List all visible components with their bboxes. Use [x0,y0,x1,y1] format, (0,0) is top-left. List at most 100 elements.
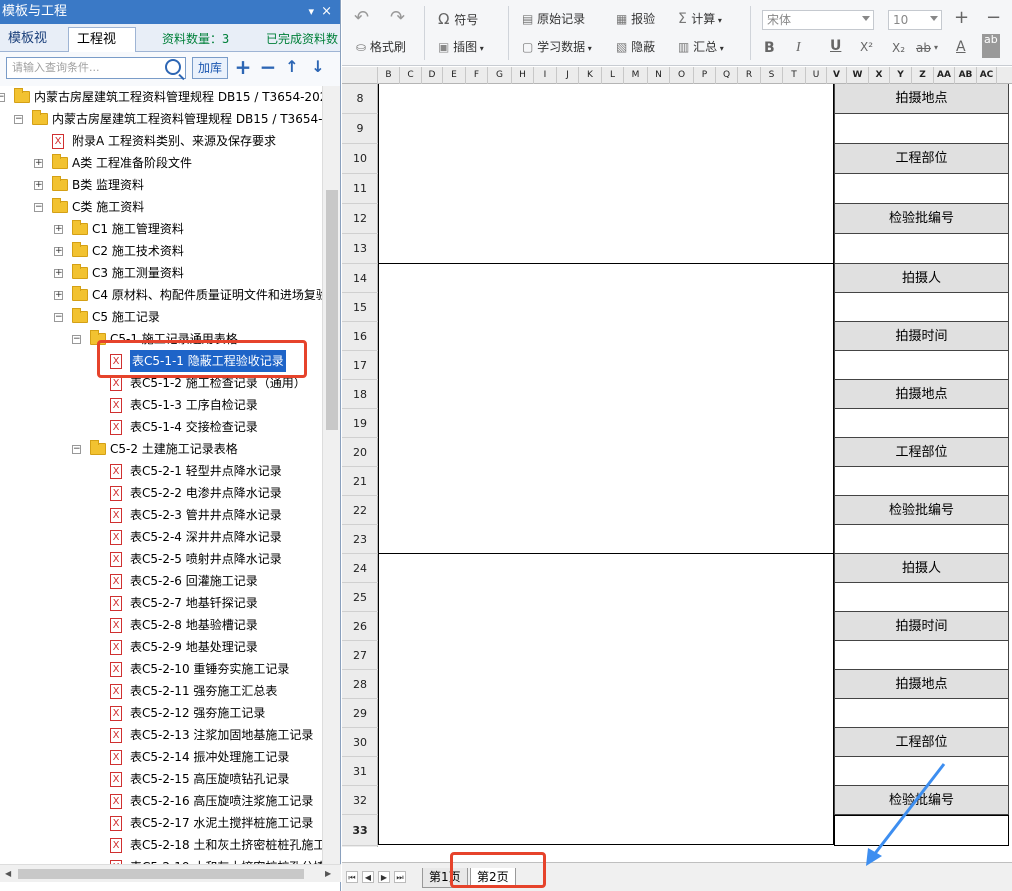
row-header-cell[interactable]: 17 [342,351,378,380]
tree-item-folder[interactable]: + C3 施工测量资料 [0,262,322,284]
collapse-icon[interactable]: − [14,115,23,124]
italic-icon[interactable]: I [796,38,801,58]
calculate-button[interactable]: Σ 计算 ▾ [678,9,722,29]
column-header-cell[interactable]: K [579,67,602,84]
summary-button[interactable]: ▥ 汇总 ▾ [678,37,724,57]
scroll-right-icon[interactable]: ▶ [325,869,331,878]
row-header-cell[interactable]: 22 [342,496,378,525]
column-header-cell[interactable]: V [827,67,847,84]
tree-item-file[interactable]: X 表C5-2-8 地基验槽记录 [0,614,322,636]
field-value-cell[interactable] [834,114,1009,144]
superscript-icon[interactable]: X² [860,37,873,57]
tree-item-file[interactable]: X 表C5-2-11 强夯施工汇总表 [0,680,322,702]
tree-item-folder[interactable]: + B类 监理资料 [0,174,322,196]
row-header-cell[interactable]: 24 [342,554,378,583]
tree-item-file[interactable]: X 表C5-2-15 高压旋喷钻孔记录 [0,768,322,790]
font-color-icon[interactable]: A [956,37,966,57]
tree-item-file[interactable]: X 表C5-2-17 水泥土搅拌桩施工记录 [0,812,322,834]
close-icon[interactable]: × [321,0,332,24]
column-header-cell[interactable]: D [422,67,443,84]
field-label-cell[interactable]: 拍摄人 [834,264,1009,293]
font-name-select[interactable]: 宋体 [762,10,874,30]
field-label-cell[interactable]: 拍摄地点 [834,380,1009,409]
tree-item-folder[interactable]: + A类 工程准备阶段文件 [0,152,322,174]
prev-sheet-icon[interactable]: ◀ [362,871,374,883]
subscript-icon[interactable]: X₂ [892,38,905,58]
tree-item-folder[interactable]: + C4 原材料、构配件质量证明文件和进场复验 [0,284,322,306]
column-header-cell[interactable]: Z [912,67,934,84]
field-label-cell[interactable]: 工程部位 [834,144,1009,174]
original-record-button[interactable]: ▤ 原始记录 [522,9,585,29]
tree-item-folder[interactable]: − 内蒙古房屋建筑工程资料管理规程 DB15 / T3654-2024 [0,86,322,108]
tree-item-file[interactable]: X 表C5-2-12 强夯施工记录 [0,702,322,724]
tree-item-file[interactable]: X 表C5-2-7 地基钎探记录 [0,592,322,614]
row-header-cell[interactable]: 20 [342,438,378,467]
row-header-cell[interactable]: 29 [342,699,378,728]
field-value-cell[interactable] [834,409,1009,438]
tree-item-folder[interactable]: − C5-2 土建施工记录表格 [0,438,322,460]
column-header-cell[interactable]: C [400,67,422,84]
tree-item-file[interactable]: X 表C5-2-14 振冲处理施工记录 [0,746,322,768]
column-header-cell[interactable]: Q [716,67,738,84]
photo-cell[interactable] [378,554,834,845]
field-value-cell[interactable] [834,234,1009,264]
tree-item-file[interactable]: X 表C5-1-3 工序自检记录 [0,394,322,416]
tree-item-folder[interactable]: − C类 施工资料 [0,196,322,218]
row-header-cell[interactable]: 28 [342,670,378,699]
font-size-select[interactable]: 10 [888,10,942,30]
row-header-cell[interactable]: 30 [342,728,378,757]
tree-item-file[interactable]: X表C5-2-19 土和灰土挤密桩桩孔分填 [0,856,322,864]
field-label-cell[interactable]: 拍摄地点 [834,670,1009,699]
add-library-button[interactable]: 加库 [192,57,228,79]
row-header-cell[interactable]: 12 [342,204,378,234]
column-header-cell[interactable]: AA [934,67,955,84]
remove-icon[interactable]: − [258,57,278,79]
column-header-cell[interactable]: T [783,67,806,84]
scrollbar-thumb[interactable] [326,190,338,430]
tree-item-file[interactable]: X 表C5-2-1 轻型井点降水记录 [0,460,322,482]
collapse-icon[interactable]: − [72,445,81,454]
column-header-cell[interactable]: Y [890,67,912,84]
column-header-cell[interactable]: H [512,67,534,84]
collapse-icon[interactable]: − [34,203,43,212]
field-label-cell[interactable]: 检验批编号 [834,496,1009,525]
field-label-cell[interactable]: 检验批编号 [834,204,1009,234]
search-icon[interactable] [165,59,181,75]
row-header-cell[interactable]: 33 [342,815,378,846]
select-all-corner[interactable] [342,67,378,84]
row-header-cell[interactable]: 32 [342,786,378,815]
column-header-cell[interactable]: W [847,67,869,84]
photo-cell[interactable] [378,264,834,554]
row-header-cell[interactable]: 18 [342,380,378,409]
row-header-cell[interactable]: 27 [342,641,378,670]
column-header-cell[interactable]: AC [977,67,997,84]
next-sheet-icon[interactable]: ▶ [378,871,390,883]
field-label-cell[interactable]: 拍摄地点 [834,84,1009,114]
field-label-cell[interactable]: 拍摄时间 [834,612,1009,641]
column-header-cell[interactable]: S [761,67,783,84]
row-header-cell[interactable]: 31 [342,757,378,786]
undo-icon[interactable]: ↶ [354,8,369,28]
column-header-cell[interactable]: I [534,67,557,84]
tree-item-file[interactable]: X 表C5-2-3 管井井点降水记录 [0,504,322,526]
field-label-cell[interactable]: 工程部位 [834,728,1009,757]
format-brush-button[interactable]: ⛀ 格式刷 [356,37,406,57]
tree-item-file[interactable]: X 表C5-2-10 重锤夯实施工记录 [0,658,322,680]
strikethrough-icon[interactable]: ab [916,38,931,58]
column-header-cell[interactable]: G [488,67,512,84]
scrollbar-thumb[interactable] [18,869,304,879]
expand-icon[interactable]: + [34,181,43,190]
collapse-icon[interactable]: − [0,93,5,102]
search-input[interactable]: 请输入查询条件... [6,57,186,79]
tree-item-file[interactable]: X 表C5-2-13 注浆加固地基施工记录 [0,724,322,746]
field-value-cell[interactable] [834,641,1009,670]
field-value-cell[interactable] [834,293,1009,322]
tree-item-folder[interactable]: − 内蒙古房屋建筑工程资料管理规程 DB15 / T3654-20 [0,108,322,130]
column-header-cell[interactable]: X [869,67,890,84]
add-icon[interactable]: + [233,57,253,79]
underline-icon[interactable]: U [830,36,841,56]
field-label-cell[interactable]: 拍摄人 [834,554,1009,583]
row-header-cell[interactable]: 8 [342,84,378,114]
field-value-cell[interactable] [834,525,1009,554]
photo-cell[interactable] [378,84,834,264]
